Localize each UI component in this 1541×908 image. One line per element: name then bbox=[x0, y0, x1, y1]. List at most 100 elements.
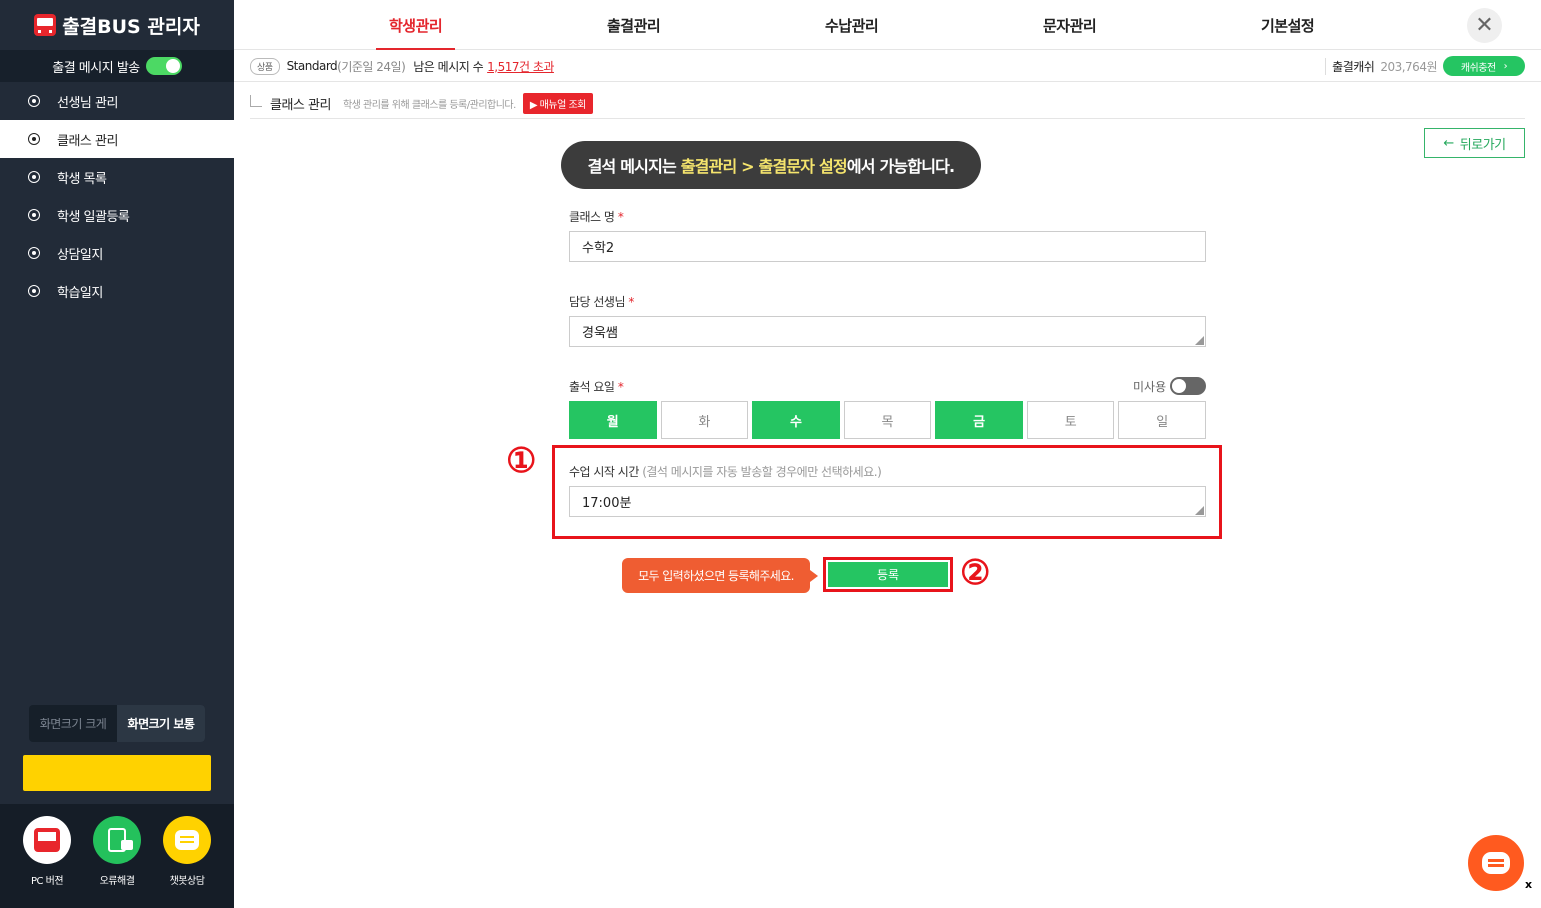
sidebar-item-label: 상담일지 bbox=[57, 247, 103, 263]
tab-sms[interactable]: 문자관리 bbox=[1043, 0, 1097, 50]
pc-version-button[interactable]: PC 버젼 bbox=[23, 816, 71, 908]
account-info-bar: 상품 Standard (기준일 24일) 남은 메시지 수 1,517건 초과… bbox=[234, 51, 1541, 82]
tab-student-management[interactable]: 학생관리 bbox=[375, 0, 456, 50]
label-text: 담당 선생님 bbox=[569, 295, 626, 309]
cash-area: 출결캐쉬 203,764원 캐쉬충전 › bbox=[1325, 55, 1525, 77]
manual-button[interactable]: ▶ 매뉴얼 조회 bbox=[522, 93, 593, 114]
sidebar-item-study-log[interactable]: 학습일지 bbox=[0, 272, 234, 310]
marker-1: ① bbox=[506, 441, 537, 481]
day-tue[interactable]: 화 bbox=[660, 401, 749, 439]
size-large-button[interactable]: 화면크기 크게 bbox=[29, 705, 117, 742]
sidebar-item-label: 학생 목록 bbox=[57, 171, 107, 187]
chat-icon bbox=[1482, 852, 1510, 874]
sidebar-item-label: 클래스 관리 bbox=[57, 133, 118, 149]
required-mark: * bbox=[628, 295, 634, 309]
screen-size-toggle: 화면크기 크게 화면크기 보통 bbox=[29, 705, 205, 742]
start-time-hint: (결석 메시지를 자동 발송할 경우에만 선택하세요.) bbox=[642, 465, 882, 479]
required-mark: * bbox=[617, 380, 624, 394]
sidebar-item-students[interactable]: 학생 목록 bbox=[0, 158, 234, 196]
radio-dot-icon bbox=[28, 209, 40, 221]
radio-dot-icon bbox=[28, 247, 40, 259]
unused-toggle-row: 미사용 bbox=[1133, 377, 1207, 395]
notice-banner: 결석 메시지는 출결관리 > 출결문자 설정 에서 가능합니다. bbox=[561, 141, 981, 189]
sidebar-item-label: 학습일지 bbox=[57, 285, 103, 301]
sidebar-item-counsel-log[interactable]: 상담일지 bbox=[0, 234, 234, 272]
page-description: 학생 관리를 위해 클래스를 등록/관리합니다. bbox=[342, 100, 516, 111]
cash-value: 203,764원 bbox=[1380, 59, 1437, 74]
remain-value-link[interactable]: 1,517건 초과 bbox=[487, 58, 554, 75]
day-wed[interactable]: 수 bbox=[752, 401, 840, 439]
day-thu[interactable]: 목 bbox=[843, 401, 932, 439]
label-text: 수업 시작 시간 bbox=[569, 465, 639, 479]
cash-charge-button[interactable]: 캐쉬충전 › bbox=[1443, 56, 1525, 76]
tab-attendance[interactable]: 출결관리 bbox=[607, 0, 661, 50]
bottom-shortcuts: PC 버젼 오류해결 챗봇상담 bbox=[0, 804, 234, 908]
pc-bus-icon bbox=[23, 816, 71, 864]
sidebar-item-class[interactable]: 클래스 관리 bbox=[0, 120, 234, 158]
notice-text: 결석 메시지는 bbox=[587, 157, 677, 176]
register-label: 등록 bbox=[828, 562, 948, 587]
plan-date: (기준일 24일) bbox=[337, 59, 406, 74]
yellow-banner[interactable] bbox=[23, 755, 211, 791]
register-button[interactable]: 등록 bbox=[823, 557, 953, 592]
device-icon bbox=[93, 816, 141, 864]
days-label: 출석 요일 * bbox=[569, 378, 624, 395]
sidebar-item-bulk-register[interactable]: 학생 일괄등록 bbox=[0, 196, 234, 234]
sidebar-item-label: 선생님 관리 bbox=[57, 95, 118, 111]
top-nav: 학생관리 출결관리 수납관리 문자관리 기본설정 ✕ bbox=[234, 0, 1541, 50]
cash-charge-label: 캐쉬충전 bbox=[1460, 62, 1496, 74]
tree-corner-icon bbox=[250, 94, 262, 107]
bus-icon bbox=[34, 14, 57, 36]
error-fix-button[interactable]: 오류해결 bbox=[93, 816, 141, 908]
class-name-label: 클래스 명 * bbox=[569, 208, 624, 225]
breadcrumb: 클래스 관리 학생 관리를 위해 클래스를 등록/관리합니다. ▶ 매뉴얼 조회 bbox=[250, 89, 1525, 119]
unused-toggle[interactable] bbox=[1170, 377, 1207, 395]
teacher-label: 담당 선생님 * bbox=[569, 293, 634, 310]
close-icon[interactable]: ✕ bbox=[1467, 8, 1502, 43]
chat-close-icon[interactable]: x bbox=[1525, 878, 1532, 891]
notice-highlight: 출결관리 > 출결문자 설정 bbox=[680, 157, 848, 176]
teacher-select[interactable]: 경욱쌤 bbox=[569, 316, 1206, 347]
notice-text-end: 에서 가능합니다. bbox=[846, 157, 955, 176]
chevron-right-icon: › bbox=[1503, 60, 1508, 72]
pc-version-label: PC 버젼 bbox=[30, 876, 64, 887]
day-sun[interactable]: 일 bbox=[1118, 401, 1207, 439]
chat-button[interactable] bbox=[1468, 835, 1524, 891]
radio-dot-icon bbox=[28, 133, 40, 145]
message-send-toggle-row: 출결 메시지 발송 bbox=[0, 50, 234, 82]
chatbot-button[interactable]: 챗봇상담 bbox=[163, 816, 211, 908]
app-logo[interactable]: 출결BUS 관리자 bbox=[0, 0, 234, 50]
unused-label: 미사용 bbox=[1133, 379, 1167, 394]
tab-payment[interactable]: 수납관리 bbox=[825, 0, 879, 50]
radio-dot-icon bbox=[28, 285, 40, 297]
register-tip: 모두 입력하셨으면 등록해주세요. bbox=[622, 558, 818, 593]
radio-dot-icon bbox=[28, 95, 40, 107]
class-name-input[interactable]: 수학2 bbox=[569, 231, 1206, 262]
start-time-label: 수업 시작 시간 (결석 메시지를 자동 발송할 경우에만 선택하세요.) bbox=[569, 463, 882, 480]
required-mark: * bbox=[617, 210, 624, 224]
sidebar-item-teacher[interactable]: 선생님 관리 bbox=[0, 82, 234, 120]
input-value: 수학2 bbox=[582, 241, 615, 256]
tab-settings[interactable]: 기본설정 bbox=[1261, 0, 1315, 50]
size-normal-button[interactable]: 화면크기 보통 bbox=[117, 705, 205, 742]
start-time-select[interactable]: 17:00분 bbox=[569, 486, 1206, 517]
app-title: 출결BUS 관리자 bbox=[62, 15, 200, 38]
sidebar: 출결BUS 관리자 출결 메시지 발송 선생님 관리 클래스 관리 학생 목록 … bbox=[0, 0, 234, 908]
day-sat[interactable]: 토 bbox=[1026, 401, 1115, 439]
page-title: 클래스 관리 bbox=[270, 98, 331, 113]
marker-2: ② bbox=[960, 553, 991, 593]
radio-dot-icon bbox=[28, 171, 40, 183]
remain-label: 남은 메시지 수 bbox=[413, 59, 484, 74]
back-button[interactable]: ← 뒤로가기 bbox=[1424, 128, 1525, 158]
sidebar-item-label: 학생 일괄등록 bbox=[57, 209, 130, 225]
plan-name: Standard bbox=[286, 59, 338, 73]
sidebar-menu: 선생님 관리 클래스 관리 학생 목록 학생 일괄등록 상담일지 학습일지 bbox=[0, 82, 234, 310]
day-mon[interactable]: 월 bbox=[569, 401, 657, 439]
day-fri[interactable]: 금 bbox=[935, 401, 1023, 439]
arrow-left-icon: ← bbox=[1443, 135, 1454, 151]
chatbot-label: 챗봇상담 bbox=[169, 876, 205, 887]
back-label: 뒤로가기 bbox=[1459, 137, 1506, 153]
cash-label: 출결캐쉬 bbox=[1325, 57, 1375, 75]
message-send-toggle[interactable] bbox=[145, 57, 182, 75]
message-send-label: 출결 메시지 발송 bbox=[52, 60, 140, 76]
